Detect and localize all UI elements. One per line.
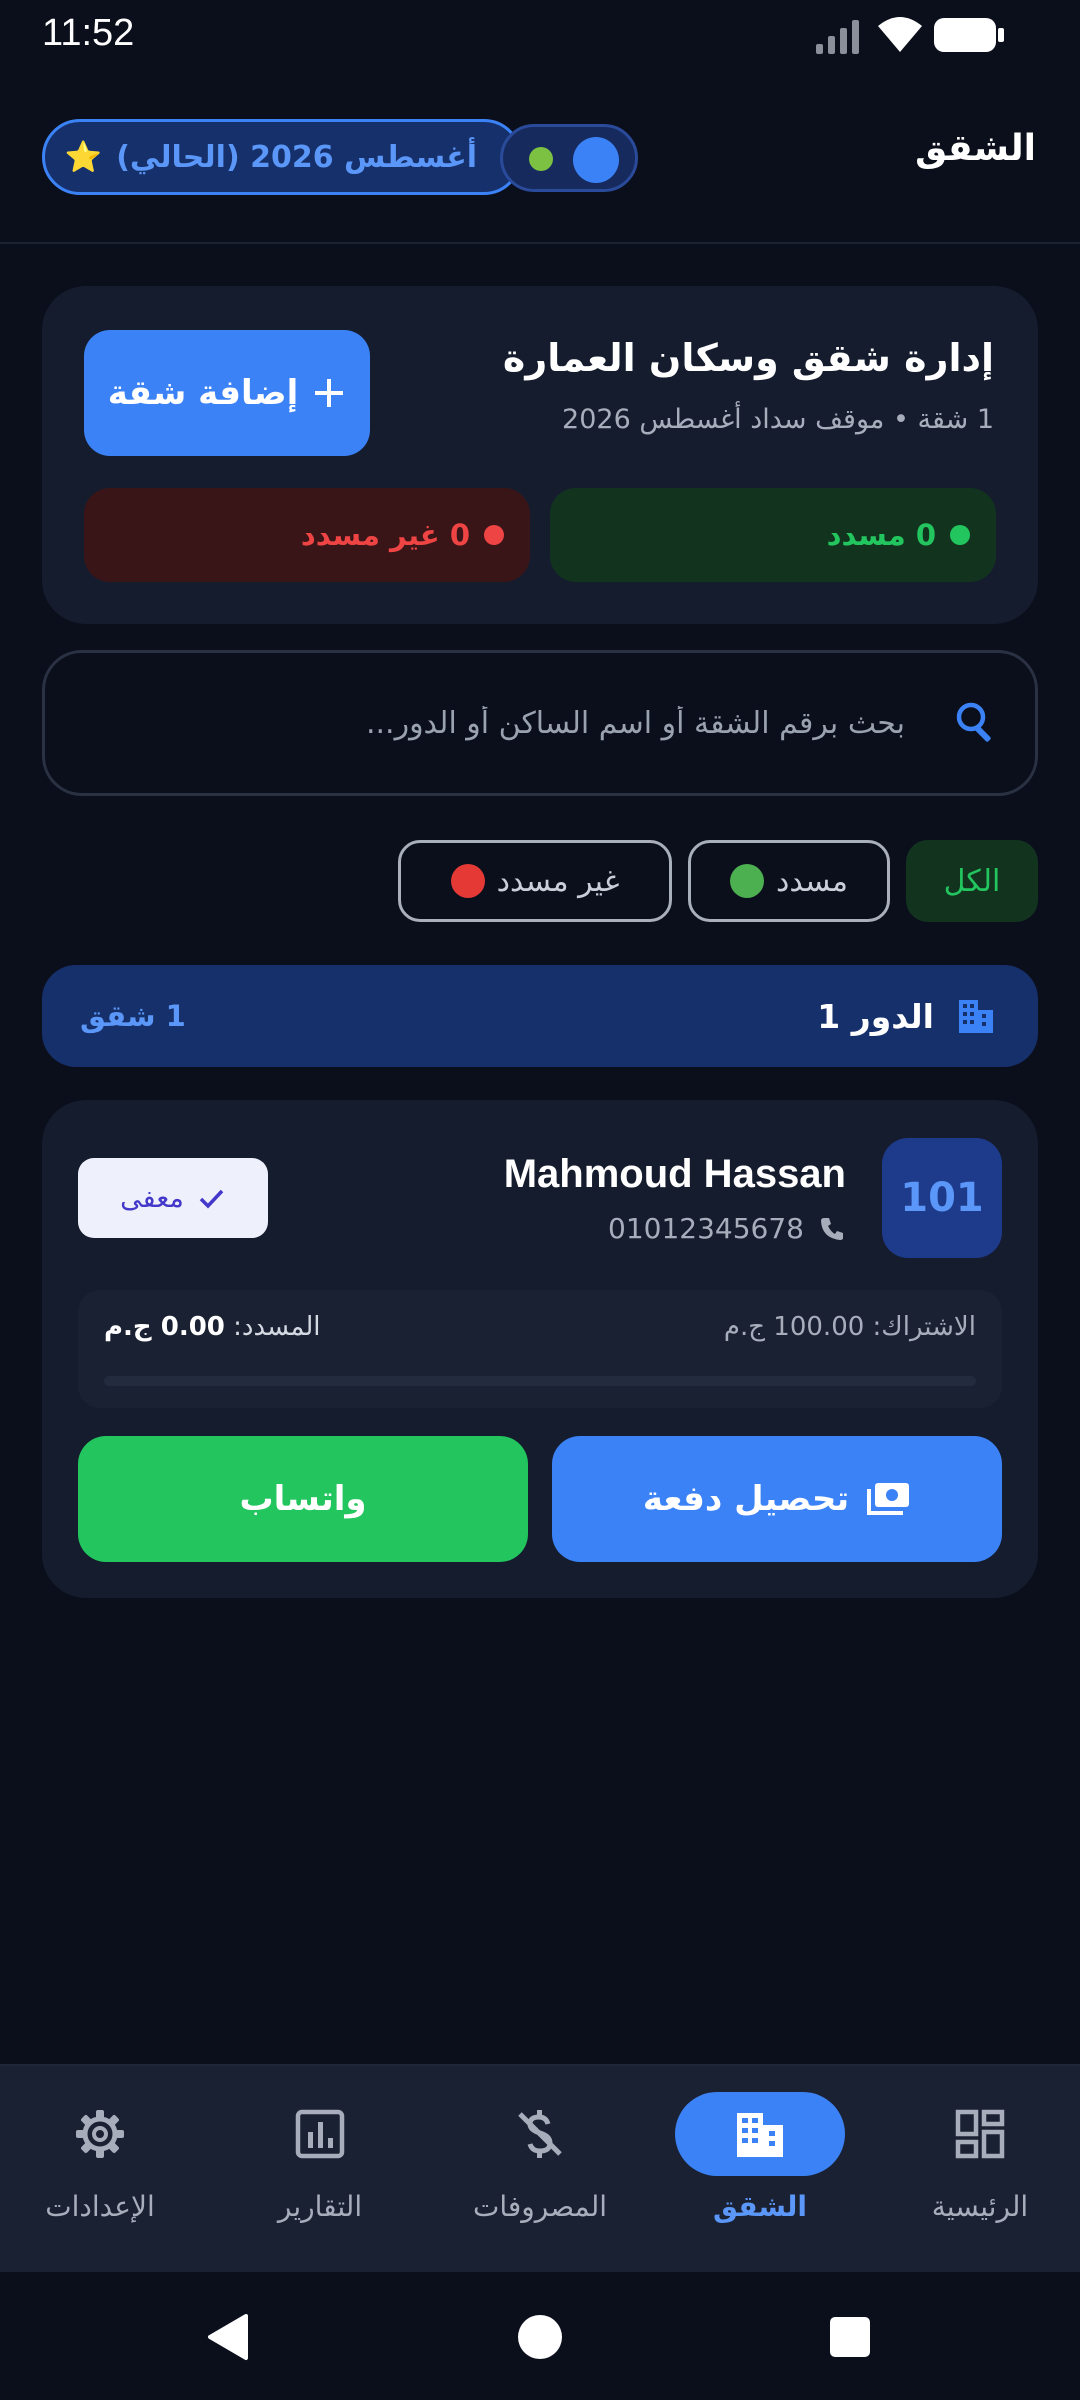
add-apartment-label: إضافة شقة (107, 373, 299, 413)
nav-label-home: الرئيسية (931, 2190, 1029, 2223)
whatsapp-button[interactable]: واتساب (78, 1436, 528, 1562)
status-time: 11:52 (42, 12, 135, 54)
floor-apartment-count: 1 شقق (80, 999, 186, 1033)
chart-icon (295, 2109, 345, 2159)
floor-header[interactable]: الدور 1 1 شقق (42, 965, 1038, 1067)
dashboard-icon (955, 2109, 1005, 2159)
search-icon (956, 702, 991, 742)
apartment-number: 101 (882, 1138, 1002, 1258)
search-box[interactable] (42, 650, 1038, 796)
building-icon (959, 1000, 993, 1033)
add-apartment-button[interactable]: إضافة شقة (84, 330, 370, 456)
payment-progress-bar (104, 1376, 976, 1386)
phone-icon (821, 1217, 843, 1240)
theme-toggle[interactable] (500, 124, 638, 192)
tenant-phone: 01012345678 (608, 1212, 846, 1245)
payment-summary: الاشتراك: 100.00 ج.م المسدد: 0.00 ج.م (78, 1290, 1002, 1408)
payments-icon (867, 1483, 910, 1515)
filter-all-chip[interactable]: الكل (906, 840, 1038, 922)
signal-icon (816, 20, 859, 54)
unpaid-stat: 0 غير مسدد (84, 488, 530, 582)
whatsapp-label: واتساب (239, 1479, 367, 1519)
subscription-fee: الاشتراك: 100.00 ج.م (723, 1312, 976, 1342)
paid-stat-label: 0 مسدد (826, 518, 936, 552)
battery-icon (934, 18, 1004, 52)
filter-paid-chip[interactable]: مسدد (688, 840, 890, 922)
month-label: أغسطس 2026 (الحالي) (116, 139, 477, 175)
home-circle-icon[interactable] (517, 2314, 563, 2360)
tenant-phone-number: 01012345678 (608, 1212, 804, 1245)
check-icon (199, 1189, 224, 1209)
green-circle-icon (730, 864, 765, 898)
nav-item-reports[interactable]: التقارير (220, 2066, 420, 2274)
nav-label-apartments: الشقق (713, 2190, 807, 2223)
summary-title: إدارة شقق وسكان العمارة (502, 336, 994, 380)
page-title: الشقق (915, 128, 1036, 169)
summary-card: إدارة شقق وسكان العمارة 1 شقة • موقف سدا… (42, 286, 1038, 624)
recents-icon[interactable] (829, 2316, 871, 2358)
exempt-badge: معفى (78, 1158, 268, 1238)
toggle-indicator-dot (529, 147, 553, 171)
filter-all-label: الكل (943, 863, 1001, 899)
plus-icon (315, 379, 344, 407)
apartment-card[interactable]: 101 Mahmoud Hassan 01012345678 معفى الاش… (42, 1100, 1038, 1598)
filter-paid-label: مسدد (776, 863, 848, 899)
unpaid-stat-label: 0 غير مسدد (300, 518, 470, 552)
filter-unpaid-chip[interactable]: غير مسدد (398, 840, 672, 922)
floor-label: الدور 1 (817, 996, 934, 1036)
collect-payment-label: تحصيل دفعة (642, 1479, 850, 1519)
nav-label-settings: الإعدادات (45, 2190, 155, 2223)
gear-icon (76, 2110, 124, 2158)
filter-unpaid-label: غير مسدد (496, 863, 620, 899)
toggle-knob (573, 137, 619, 183)
star-icon: ⭐ (64, 139, 103, 175)
search-input[interactable] (145, 653, 905, 793)
paid-amount: المسدد: 0.00 ج.م (104, 1312, 321, 1342)
system-navigation-bar (0, 2272, 1080, 2400)
collect-payment-button[interactable]: تحصيل دفعة (552, 1436, 1002, 1562)
paid-stat: 0 مسدد (550, 488, 996, 582)
tenant-name: Mahmoud Hassan (503, 1152, 846, 1196)
summary-subtitle: 1 شقة • موقف سداد أغسطس 2026 (562, 404, 994, 435)
app-header: الشقق ⭐ أغسطس 2026 (الحالي) (0, 72, 1080, 244)
nav-item-apartments[interactable]: الشقق (660, 2066, 860, 2274)
red-circle-icon (450, 864, 485, 898)
nav-label-reports: التقارير (277, 2190, 363, 2223)
paid-dot-icon (950, 525, 970, 545)
back-icon[interactable] (204, 2312, 250, 2362)
money-off-icon (518, 2110, 562, 2158)
nav-item-settings[interactable]: الإعدادات (0, 2066, 200, 2274)
building-icon (737, 2113, 783, 2157)
nav-label-expenses: المصروفات (472, 2190, 608, 2223)
wifi-icon (878, 17, 922, 52)
month-selector[interactable]: ⭐ أغسطس 2026 (الحالي) (42, 119, 522, 195)
unpaid-dot-icon (484, 525, 504, 545)
bottom-navigation: الإعدادات التقارير المصروفات الشقق الرئي… (0, 2064, 1080, 2274)
exempt-badge-label: معفى (120, 1182, 184, 1214)
nav-item-home[interactable]: الرئيسية (880, 2066, 1080, 2274)
status-bar: 11:52 (0, 0, 1080, 72)
nav-item-expenses[interactable]: المصروفات (440, 2066, 640, 2274)
